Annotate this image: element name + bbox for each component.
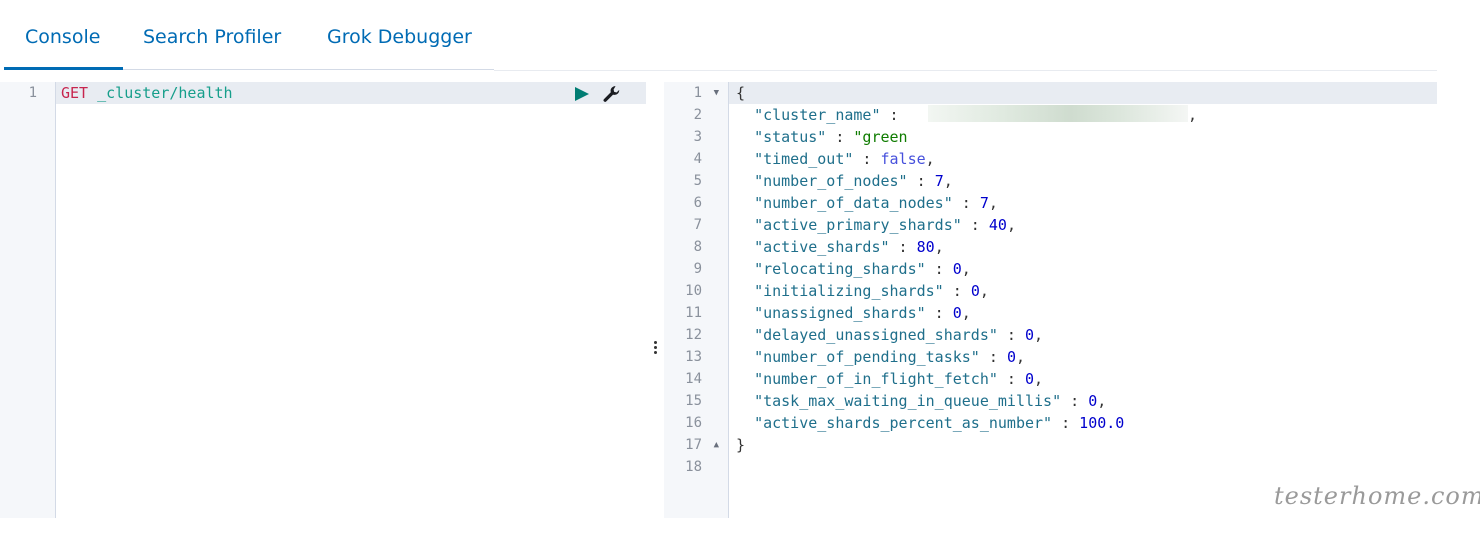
- vertical-dots-icon[interactable]: [650, 340, 660, 356]
- line-number: 6: [693, 195, 702, 211]
- tab-search-profiler[interactable]: Search Profiler: [143, 26, 281, 48]
- tab-bar: Console Search Profiler Grok Debugger: [4, 0, 494, 70]
- wrench-icon[interactable]: [601, 84, 621, 104]
- fold-down-icon[interactable]: ▼: [714, 82, 719, 104]
- json-close-brace: }: [736, 436, 746, 454]
- tab-grok-debugger[interactable]: Grok Debugger: [327, 26, 472, 48]
- response-gutter: 1 ▼ 2 3 4 5 6 7 8 9 10 11 12 13 14 15 16…: [664, 82, 729, 518]
- fold-up-icon[interactable]: ▲: [714, 434, 719, 456]
- active-line-highlight: [664, 82, 1437, 104]
- line-number: 16: [685, 415, 702, 431]
- line-number: 1: [693, 85, 702, 101]
- line-number: 8: [693, 239, 702, 255]
- json-line: "number_of_data_nodes" : 7,: [754, 194, 998, 212]
- request-editor[interactable]: 1 GET _cluster/health: [0, 82, 646, 518]
- json-line: "number_of_pending_tasks" : 0,: [754, 348, 1025, 366]
- json-open-brace: {: [736, 84, 746, 102]
- line-number: 5: [693, 173, 702, 189]
- line-number: 2: [693, 107, 702, 123]
- watermark: testerhome.com: [1274, 482, 1480, 510]
- json-line: "task_max_waiting_in_queue_millis" : 0,: [754, 392, 1107, 410]
- line-number: 15: [685, 393, 702, 409]
- redacted-cluster-name: [928, 105, 1188, 122]
- json-comma: ,: [1188, 106, 1198, 124]
- line-number: 4: [693, 151, 702, 167]
- request-line[interactable]: GET _cluster/health: [61, 82, 233, 104]
- json-line: "number_of_in_flight_fetch" : 0,: [754, 370, 1044, 388]
- line-number: 17: [685, 437, 702, 453]
- header-divider: [494, 70, 1437, 71]
- json-line: "status" : "green: [754, 128, 908, 146]
- line-number: 18: [685, 459, 702, 475]
- line-number: 10: [685, 283, 702, 299]
- json-line: "unassigned_shards" : 0,: [754, 304, 971, 322]
- line-number: 13: [685, 349, 702, 365]
- json-line: "active_shards_percent_as_number" : 100.…: [754, 414, 1125, 432]
- response-viewer: 1 ▼ 2 3 4 5 6 7 8 9 10 11 12 13 14 15 16…: [664, 82, 1437, 518]
- json-line: "cluster_name" :: [754, 106, 908, 124]
- request-path: _cluster/health: [97, 84, 233, 102]
- json-line: "timed_out" : false,: [754, 150, 935, 168]
- line-number: 9: [693, 261, 702, 277]
- line-number: 14: [685, 371, 702, 387]
- line-number: 1: [28, 85, 37, 101]
- json-line: "active_shards" : 80,: [754, 238, 944, 256]
- line-number: 3: [693, 129, 702, 145]
- json-line: "delayed_unassigned_shards" : 0,: [754, 326, 1044, 344]
- json-line: "relocating_shards" : 0,: [754, 260, 971, 278]
- line-number: 11: [685, 305, 702, 321]
- tab-console[interactable]: Console: [25, 26, 100, 48]
- request-gutter: 1: [0, 82, 56, 518]
- http-method: GET: [61, 84, 89, 102]
- json-line: "initializing_shards" : 0,: [754, 282, 989, 300]
- line-number: 7: [693, 217, 702, 233]
- active-tab-indicator: [4, 67, 123, 70]
- json-line: "active_primary_shards" : 40,: [754, 216, 1016, 234]
- json-line: "number_of_nodes" : 7,: [754, 172, 953, 190]
- play-icon[interactable]: [573, 85, 591, 103]
- line-number: 12: [685, 327, 702, 343]
